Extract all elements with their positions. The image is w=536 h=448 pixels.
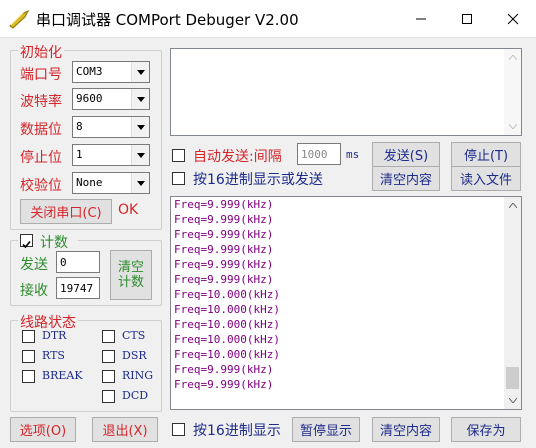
dsr-label: DSR [122, 349, 147, 362]
auto-send-checkbox[interactable] [172, 149, 185, 162]
close-icon [507, 13, 519, 25]
hex-display-checkbox[interactable] [172, 423, 185, 436]
send-count-label: 发送 [20, 257, 48, 273]
exit-button[interactable]: 退出(X) [92, 417, 158, 442]
port-status-text: OK [118, 202, 139, 218]
chevron-down-icon [131, 145, 149, 165]
parity-select[interactable]: None [72, 172, 150, 194]
minimize-button[interactable] [398, 0, 444, 38]
rts-label: RTS [42, 349, 65, 362]
counter-enable-checkbox[interactable] [20, 234, 33, 249]
app-icon [9, 9, 30, 29]
port-settings-legend: 初始化 [18, 42, 64, 62]
send-button[interactable]: 发送(S) [372, 142, 440, 167]
receive-line: Freq=9.999(kHz) [174, 258, 274, 271]
send-count-field[interactable]: 0 [56, 251, 100, 273]
checkmark-icon [22, 240, 31, 249]
recv-count-field[interactable]: 19747 [56, 277, 100, 299]
receive-line: Freq=9.999(kHz) [174, 228, 274, 241]
cts-label: CTS [122, 329, 146, 342]
clear-content-button[interactable]: 清空内容 [372, 166, 440, 191]
receive-line: Freq=9.999(kHz) [174, 243, 274, 256]
interval-input[interactable]: 1000 [297, 143, 341, 165]
receive-line: Freq=10.000(kHz) [174, 288, 280, 301]
baud-select[interactable]: 9600 [72, 88, 150, 110]
window-title: 串口调试器 COMPort Debuger V2.00 [36, 11, 299, 29]
port-value: COM3 [76, 65, 103, 78]
read-file-button[interactable]: 读入文件 [451, 166, 521, 191]
hex-send-label: 按16进制显示或发送 [193, 172, 323, 188]
break-checkbox[interactable] [22, 370, 35, 383]
port-label: 端口号 [20, 67, 62, 83]
break-label: BREAK [42, 369, 83, 382]
ring-label: RING [122, 369, 154, 382]
save-as-button[interactable]: 保存为 [451, 417, 521, 442]
stopbits-label: 停止位 [20, 150, 62, 166]
hex-display-label: 按16进制显示 [193, 423, 281, 439]
counter-legend: 计数 [40, 235, 68, 251]
title-bar: 串口调试器 COMPort Debuger V2.00 [0, 0, 536, 38]
stopbits-value: 1 [76, 148, 83, 161]
chevron-down-icon [131, 62, 149, 82]
scroll-down-icon[interactable] [504, 118, 521, 135]
stop-button[interactable]: 停止(T) [451, 142, 521, 167]
parity-label: 校验位 [20, 178, 62, 194]
chevron-down-icon [131, 89, 149, 109]
receive-line: Freq=10.000(kHz) [174, 303, 280, 316]
scroll-up-icon[interactable] [504, 49, 521, 66]
receive-line: Freq=9.999(kHz) [174, 213, 274, 226]
clear-count-button[interactable]: 清空 计数 [110, 250, 152, 300]
baud-label: 波特率 [20, 94, 62, 110]
receive-line: Freq=9.999(kHz) [174, 273, 274, 286]
send-scrollbar[interactable] [504, 49, 521, 135]
interval-unit: ms [346, 148, 360, 161]
close-port-button[interactable]: 关闭串口(C) [20, 199, 112, 224]
dtr-label: DTR [42, 329, 67, 342]
rts-checkbox[interactable] [22, 350, 35, 363]
auto-send-label: 自动发送:间隔 [193, 149, 282, 165]
receive-line: Freq=9.999(kHz) [174, 198, 274, 211]
receive-lines: Freq=9.999(kHz) Freq=9.999(kHz) Freq=9.999… [174, 197, 280, 392]
databits-select[interactable]: 8 [72, 116, 150, 138]
scroll-thumb[interactable] [506, 367, 519, 389]
minimize-icon [416, 18, 426, 20]
receive-line: Freq=9.999(kHz) [174, 363, 274, 376]
dsr-checkbox [102, 350, 115, 363]
databits-label: 数据位 [20, 122, 62, 138]
parity-value: None [76, 176, 103, 189]
dcd-label: DCD [122, 389, 149, 402]
dtr-checkbox[interactable] [22, 330, 35, 343]
clear-count-label-1: 清空 [117, 260, 144, 275]
pause-display-button[interactable]: 暂停显示 [292, 417, 360, 442]
cts-checkbox [102, 330, 115, 343]
chevron-down-icon [131, 117, 149, 137]
receive-line: Freq=10.000(kHz) [174, 333, 280, 346]
options-button[interactable]: 选项(O) [10, 417, 76, 442]
receive-textarea[interactable]: Freq=9.999(kHz) Freq=9.999(kHz) Freq=9.999… [170, 196, 522, 410]
receive-scrollbar[interactable] [504, 197, 521, 409]
ring-checkbox [102, 370, 115, 383]
chevron-down-icon [131, 173, 149, 193]
port-select[interactable]: COM3 [72, 61, 150, 83]
dcd-checkbox [102, 390, 115, 403]
scroll-down-icon[interactable] [504, 392, 521, 409]
baud-value: 9600 [76, 92, 103, 105]
receive-line: Freq=10.000(kHz) [174, 348, 280, 361]
stopbits-select[interactable]: 1 [72, 144, 150, 166]
scroll-up-icon[interactable] [504, 197, 521, 214]
receive-line: Freq=10.000(kHz) [174, 318, 280, 331]
close-button[interactable] [490, 0, 536, 38]
receive-line: Freq=9.999(kHz) [174, 378, 274, 391]
interval-placeholder: 1000 [301, 148, 328, 161]
recv-count-label: 接收 [20, 283, 48, 299]
clear-count-label-2: 计数 [117, 275, 144, 290]
maximize-icon [462, 14, 472, 24]
maximize-button[interactable] [444, 0, 490, 38]
databits-value: 8 [76, 120, 83, 133]
hex-send-checkbox[interactable] [172, 172, 185, 185]
send-textarea[interactable] [170, 48, 522, 136]
clear-receive-button[interactable]: 清空内容 [372, 417, 440, 442]
